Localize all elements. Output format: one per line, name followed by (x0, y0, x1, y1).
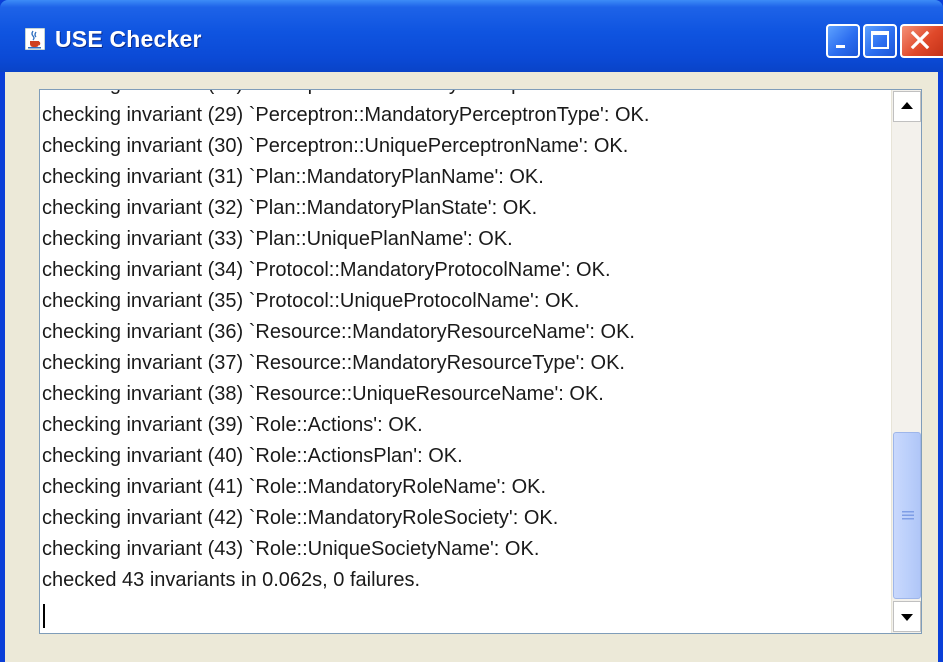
log-line: checking invariant (39) `Role::Actions':… (42, 414, 423, 436)
log-line: checking invariant (29) `Perceptron::Man… (42, 104, 650, 126)
log-line: checking invariant (35) `Protocol::Uniqu… (42, 290, 580, 312)
scroll-thumb[interactable] (893, 432, 921, 599)
log-summary-line: checked 43 invariants in 0.062s, 0 failu… (42, 569, 420, 591)
scroll-down-button[interactable] (893, 601, 921, 632)
scroll-up-button[interactable] (893, 91, 921, 122)
use-checker-window: USE Checker checking invariant (28) `Per… (0, 0, 943, 662)
log-line: checking invariant (41) `Role::Mandatory… (42, 476, 547, 498)
minimize-button[interactable] (826, 24, 860, 58)
arrow-up-icon (901, 102, 913, 109)
title-bar[interactable]: USE Checker (0, 0, 943, 72)
log-line: checking invariant (34) `Protocol::Manda… (42, 259, 611, 281)
minimize-icon (836, 45, 845, 48)
maximize-icon (871, 31, 889, 49)
log-text-area[interactable]: checking invariant (28) `Perceptron::Man… (39, 89, 922, 634)
log-line: checking invariant (36) `Resource::Manda… (42, 321, 635, 343)
log-line: checking invariant (42) `Role::Mandatory… (42, 507, 559, 529)
log-line-partial: checking invariant (28) `Perceptron::Man… (42, 90, 659, 100)
log-line: checking invariant (38) `Resource::Uniqu… (42, 383, 604, 405)
text-caret (43, 604, 45, 628)
arrow-down-icon (901, 614, 913, 621)
maximize-button[interactable] (863, 24, 897, 58)
log-line: checking invariant (43) `Role::UniqueSoc… (42, 538, 540, 560)
log-line: checking invariant (37) `Resource::Manda… (42, 352, 625, 374)
log-line: checking invariant (32) `Plan::Mandatory… (42, 197, 538, 219)
vertical-scrollbar[interactable] (891, 90, 921, 633)
grip-icon (902, 511, 914, 520)
close-button[interactable] (900, 24, 943, 58)
log-line: checking invariant (30) `Perceptron::Uni… (42, 135, 629, 157)
log-line: checking invariant (31) `Plan::Mandatory… (42, 166, 544, 188)
log-line: checking invariant (40) `Role::ActionsPl… (42, 445, 463, 467)
window-title: USE Checker (55, 26, 202, 52)
close-icon (910, 30, 930, 50)
log-content[interactable]: checking invariant (28) `Perceptron::Man… (42, 90, 890, 633)
log-line: checking invariant (33) `Plan::UniquePla… (42, 228, 513, 250)
java-coffee-icon (25, 28, 45, 50)
